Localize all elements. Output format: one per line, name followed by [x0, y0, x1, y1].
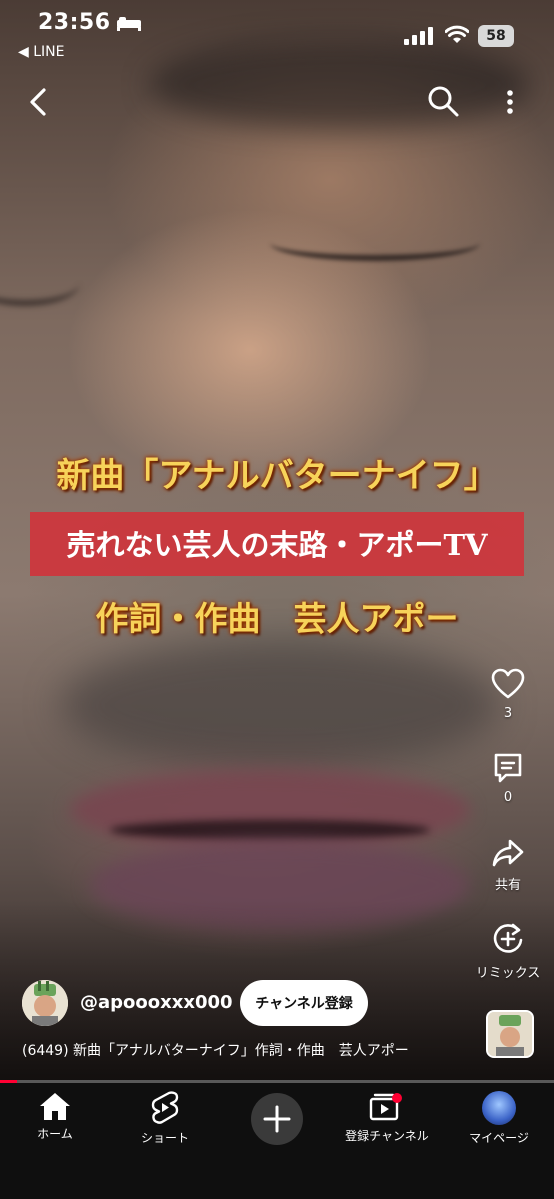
bottom-navigation: ホーム ショート 登録チャンネル マイページ — [0, 1083, 554, 1199]
channel-handle[interactable]: @apoooxxx000 — [80, 992, 233, 1013]
shorts-icon — [151, 1091, 179, 1124]
heart-icon — [491, 668, 525, 699]
nav-subscriptions[interactable]: 登録チャンネル — [332, 1091, 442, 1144]
share-label: 共有 — [494, 878, 521, 893]
search-icon[interactable] — [426, 84, 460, 118]
back-arrow-icon[interactable] — [24, 86, 56, 118]
channel-avatar[interactable] — [22, 980, 68, 1026]
user-avatar — [482, 1091, 516, 1125]
sound-thumbnail-image — [488, 1012, 532, 1056]
comment-count: 0 — [503, 790, 513, 805]
remix-button[interactable]: リミックス — [472, 922, 544, 981]
subscriptions-icon — [369, 1093, 402, 1121]
nav-you[interactable]: マイページ — [444, 1091, 554, 1146]
comment-icon — [494, 753, 522, 783]
sleep-focus-icon — [117, 17, 141, 31]
more-options-icon[interactable] — [498, 86, 522, 118]
video-frame-detail — [110, 820, 430, 840]
sound-thumbnail[interactable] — [486, 1010, 534, 1058]
like-count: 3 — [503, 706, 513, 721]
create-button[interactable] — [251, 1093, 303, 1145]
subscribe-button[interactable]: チャンネル登録 — [240, 980, 368, 1026]
like-button[interactable]: 3 — [472, 668, 544, 721]
video-frame-detail — [0, 260, 80, 306]
plus-icon — [263, 1105, 291, 1133]
nav-home-label: ホーム — [37, 1127, 73, 1141]
nav-you-label: マイページ — [469, 1131, 529, 1145]
battery-indicator: 58 — [478, 25, 514, 47]
share-button[interactable]: 共有 — [472, 838, 544, 893]
remix-label: リミックス — [475, 966, 541, 981]
nav-shorts[interactable]: ショート — [110, 1091, 220, 1146]
video-frame-detail — [60, 640, 500, 770]
cellular-signal-icon — [404, 27, 433, 45]
video-frame-detail — [150, 40, 530, 130]
video-title-overlay: 新曲「アナルバターナイフ」 — [56, 456, 498, 496]
back-to-app-link[interactable]: ◀ LINE — [18, 44, 64, 60]
status-time: 23:56 — [38, 10, 111, 35]
comment-button[interactable]: 0 — [472, 752, 544, 805]
nav-shorts-label: ショート — [140, 1131, 189, 1145]
share-icon — [492, 839, 524, 867]
channel-avatar-image — [22, 980, 68, 1026]
nav-home[interactable]: ホーム — [0, 1091, 110, 1142]
nav-subscriptions-label: 登録チャンネル — [345, 1129, 429, 1143]
video-caption[interactable]: (6449) 新曲「アナルバターナイフ」作詞・作曲 芸人アポー — [22, 1040, 409, 1060]
video-credit-overlay: 作詞・作曲 芸人アポー — [95, 599, 459, 638]
home-icon — [40, 1093, 70, 1120]
video-subtitle-overlay: 売れない芸人の末路・アポーTV — [66, 528, 488, 562]
remix-icon — [493, 923, 523, 953]
wifi-icon — [445, 25, 469, 43]
video-frame-detail — [270, 225, 480, 261]
